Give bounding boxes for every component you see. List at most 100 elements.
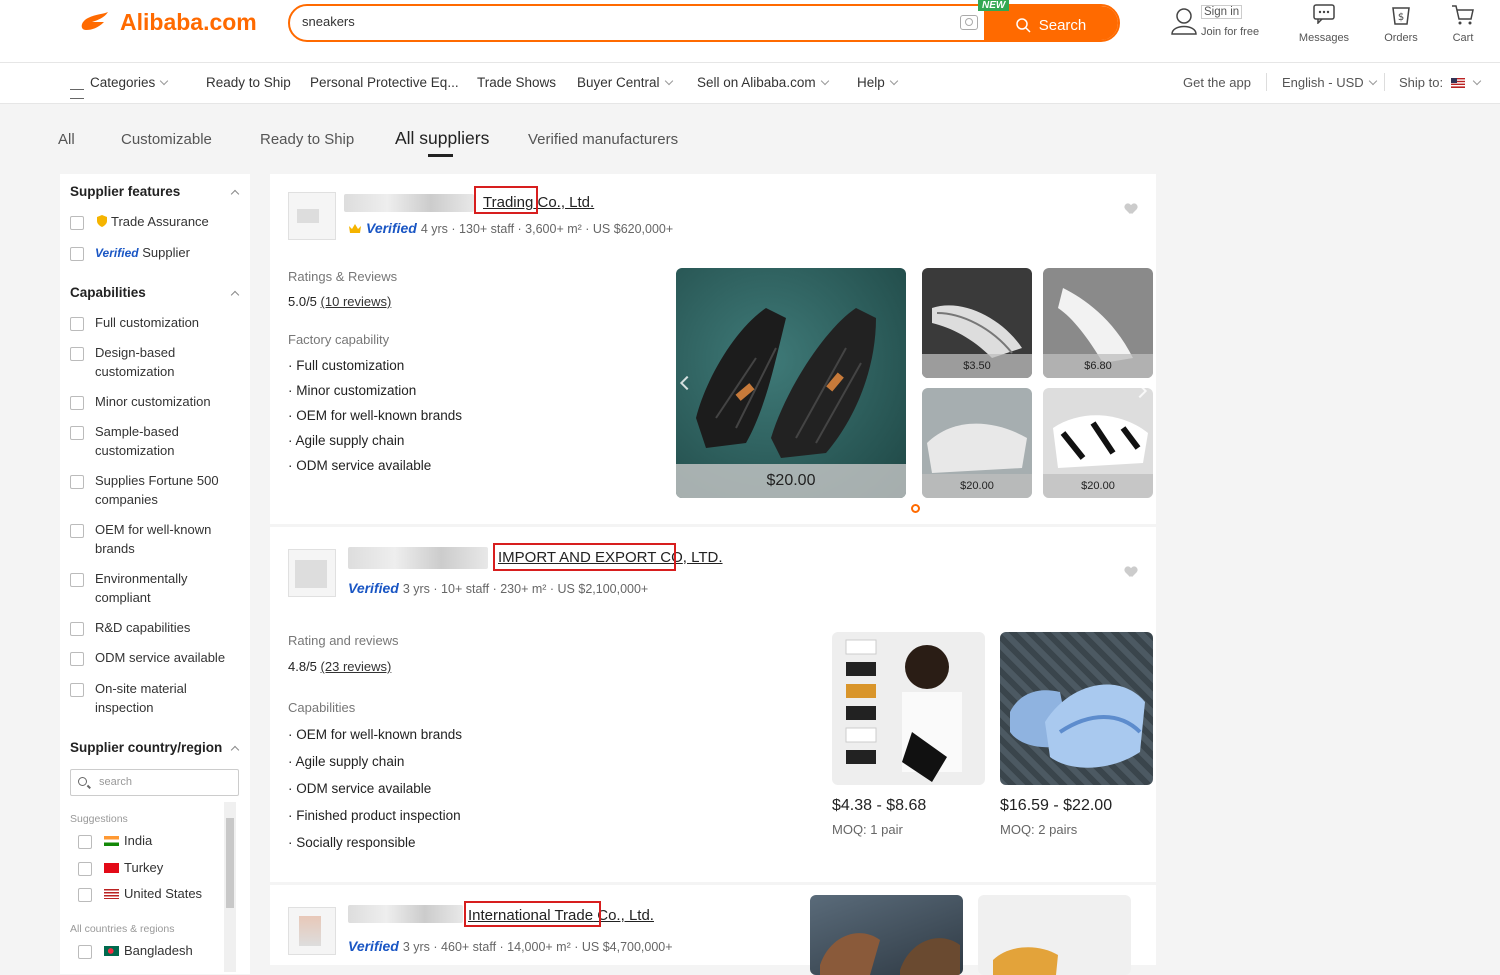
product-image[interactable] xyxy=(810,895,963,975)
reviews-link[interactable]: (23 reviews) xyxy=(321,659,392,674)
nav-sell[interactable]: Sell on Alibaba.com xyxy=(697,75,829,90)
nav-trade-shows[interactable]: Trade Shows xyxy=(477,75,556,90)
country-option-india[interactable]: India xyxy=(78,833,152,849)
country-option-united-states[interactable]: United States xyxy=(78,886,202,902)
filter-option[interactable]: Minor customization xyxy=(70,393,240,412)
checkbox[interactable] xyxy=(70,347,84,361)
filter-trade-assurance[interactable]: Trade Assurance xyxy=(70,213,240,232)
nav-buyer-central[interactable]: Buyer Central xyxy=(577,75,673,90)
search-button[interactable]: Search xyxy=(984,6,1118,40)
product-price: $20.00 xyxy=(676,464,906,498)
checkbox[interactable] xyxy=(78,862,92,876)
tab-ready-to-ship[interactable]: Ready to Ship xyxy=(260,131,354,148)
get-app-link[interactable]: Get the app xyxy=(1183,75,1251,90)
turkey-flag-icon xyxy=(104,863,119,873)
filter-option[interactable]: ODM service available xyxy=(70,649,240,668)
message-icon xyxy=(1313,4,1335,25)
alibaba-logo-icon xyxy=(78,8,114,36)
collapse-icon[interactable] xyxy=(230,745,240,755)
filter-option[interactable]: OEM for well-known brands xyxy=(70,521,240,558)
checkbox[interactable] xyxy=(70,426,84,440)
verified-badge[interactable]: Verified xyxy=(348,938,399,954)
chevron-down-icon xyxy=(1368,76,1377,86)
supplier-meta: Verified 4 yrs · 130+ staff · 3,600+ m² ·… xyxy=(348,220,673,236)
filter-option[interactable]: Sample-based customization xyxy=(70,423,240,460)
collapse-icon[interactable] xyxy=(230,189,240,199)
messages-label: Messages xyxy=(1298,32,1350,44)
score: 4.8/5 xyxy=(288,659,317,674)
checkbox[interactable] xyxy=(70,683,84,697)
orders-button[interactable]: $ Orders xyxy=(1380,4,1422,44)
checkbox[interactable] xyxy=(78,835,92,849)
filter-verified-supplier[interactable]: Verified Supplier xyxy=(70,244,240,263)
product-main-image[interactable]: $20.00 xyxy=(676,268,906,498)
scrollbar-thumb[interactable] xyxy=(226,818,234,908)
blurred-name xyxy=(348,905,463,923)
reviews-link[interactable]: (10 reviews) xyxy=(321,294,392,309)
product-thumb[interactable]: $20.00 xyxy=(922,388,1032,498)
checkbox[interactable] xyxy=(78,888,92,902)
carousel-dot[interactable] xyxy=(911,504,920,513)
verified-badge[interactable]: Verified xyxy=(348,580,399,596)
checkbox[interactable] xyxy=(70,652,84,666)
favorite-icon[interactable] xyxy=(1125,204,1137,214)
filter-option[interactable]: Design-based customization xyxy=(70,344,240,381)
nav-help[interactable]: Help xyxy=(857,75,899,90)
checkbox[interactable] xyxy=(70,216,84,230)
product-thumb[interactable]: $20.00 xyxy=(1043,388,1153,498)
favorite-icon[interactable] xyxy=(1125,567,1137,577)
tab-all-suppliers[interactable]: All suppliers xyxy=(395,128,489,149)
product-image[interactable] xyxy=(1000,632,1153,785)
checkbox[interactable] xyxy=(78,945,92,959)
supplier-card: IMPORT AND EXPORT CO, LTD. Verified 3 yrs… xyxy=(270,527,1156,882)
cart-button[interactable]: Cart xyxy=(1448,4,1478,44)
product-thumb[interactable]: $3.50 xyxy=(922,268,1032,378)
country-search-input[interactable]: search xyxy=(70,769,239,796)
filter-option-label: OEM for well-known brands xyxy=(95,522,212,556)
supplier-logo[interactable] xyxy=(288,907,336,955)
country-option-bangladesh[interactable]: Bangladesh xyxy=(78,943,193,959)
language-currency-select[interactable]: English - USD xyxy=(1282,75,1377,90)
nav-ready-to-ship[interactable]: Ready to Ship xyxy=(206,75,291,90)
checkbox[interactable] xyxy=(70,622,84,636)
collapse-icon[interactable] xyxy=(230,290,240,300)
checkbox[interactable] xyxy=(70,573,84,587)
filter-option[interactable]: R&D capabilities xyxy=(70,619,240,638)
filter-option[interactable]: On-site material inspection xyxy=(70,680,240,717)
checkbox[interactable] xyxy=(70,247,84,261)
tab-customizable[interactable]: Customizable xyxy=(121,131,212,148)
tab-all[interactable]: All xyxy=(58,131,75,148)
country-list-scrollbar[interactable] xyxy=(224,802,236,972)
product-image[interactable] xyxy=(832,632,985,785)
country-option-turkey[interactable]: Turkey xyxy=(78,860,163,876)
ship-to-select[interactable]: Ship to: xyxy=(1399,75,1482,90)
thumb-price: $3.50 xyxy=(922,354,1032,378)
messages-button[interactable]: Messages xyxy=(1296,4,1352,44)
filter-option[interactable]: Environmentally compliant xyxy=(70,570,240,607)
capability-text: OEM for well-known brands xyxy=(296,408,463,423)
checkbox[interactable] xyxy=(70,317,84,331)
search-input[interactable] xyxy=(302,14,902,29)
categories-menu[interactable]: Categories xyxy=(70,75,169,99)
camera-icon[interactable] xyxy=(960,15,978,30)
capability-item: · ODM service available xyxy=(288,781,432,796)
filter-option[interactable]: Full customization xyxy=(70,314,240,333)
verified-badge[interactable]: Verified xyxy=(366,220,417,236)
product-image[interactable] xyxy=(978,895,1131,975)
checkbox[interactable] xyxy=(70,396,84,410)
checkbox[interactable] xyxy=(70,524,84,538)
supplier-features-heading: Supplier features xyxy=(70,184,181,199)
product-thumb[interactable]: $6.80 xyxy=(1043,268,1153,378)
checkbox[interactable] xyxy=(70,475,84,489)
nav-sell-label: Sell on Alibaba.com xyxy=(697,75,816,90)
chevron-down-icon xyxy=(664,76,673,86)
filter-option[interactable]: Supplies Fortune 500 companies xyxy=(70,472,240,509)
join-link[interactable]: Join for free xyxy=(1201,26,1259,38)
nav-ppe[interactable]: Personal Protective Eq... xyxy=(310,75,459,90)
supplier-logo[interactable] xyxy=(288,549,336,597)
alibaba-logo[interactable]: Alibaba.com xyxy=(78,8,257,36)
sign-in-link[interactable]: Sign in xyxy=(1201,5,1243,19)
tab-verified-manufacturers[interactable]: Verified manufacturers xyxy=(528,131,678,148)
supplier-logo[interactable] xyxy=(288,192,336,240)
country-label: Bangladesh xyxy=(124,943,193,958)
